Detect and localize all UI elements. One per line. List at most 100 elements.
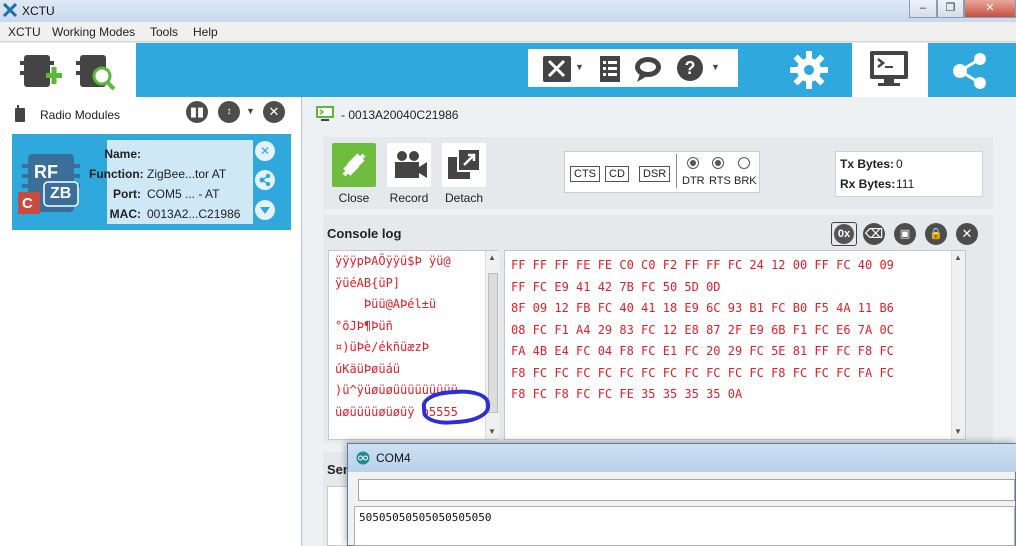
window-title: XCTU — [22, 4, 55, 18]
help-dropdown-arrow-icon[interactable]: ▼ — [711, 62, 720, 72]
radio-modules-panel: Radio Modules ▮▮ ↕ ▼ ✕ RF ZB C Name: Fun… — [0, 97, 302, 546]
arduino-icon — [356, 451, 370, 465]
svg-text:?: ? — [685, 58, 696, 78]
function-value: ZigBee...tor AT — [147, 167, 227, 181]
record-button[interactable] — [387, 143, 431, 187]
remove-device-icon[interactable]: ✕ — [255, 141, 275, 161]
tx-bytes-value: 0 — [896, 157, 903, 171]
expand-device-icon[interactable] — [255, 200, 275, 220]
hex-line: F8 FC FC FC FC FC FC FC FC FC FC FC F8 F… — [511, 365, 894, 380]
rf-label: RF — [34, 162, 58, 182]
console-monitor-icon — [870, 51, 908, 86]
sort-dropdown-arrow-icon[interactable]: ▼ — [246, 106, 255, 116]
tools-icon[interactable] — [542, 55, 572, 83]
tools-group: ▼ ? ▼ — [528, 49, 738, 87]
close-log-icon[interactable]: ✕ — [956, 223, 978, 245]
brk-label: BRK — [734, 175, 757, 187]
consoles-mode-tab[interactable] — [852, 43, 928, 97]
zb-label: ZB — [50, 185, 72, 202]
menu-bar: XCTU Working Modes Tools Help — [0, 22, 1016, 42]
mac-value: 0013A2...C21986 — [147, 207, 241, 221]
close-connection-button[interactable] — [332, 143, 376, 187]
port-value: COM5 ... - AT — [147, 187, 220, 201]
mac-label: MAC: — [109, 207, 141, 221]
close-label: Close — [338, 191, 370, 205]
lock-scroll-icon[interactable]: 🔒 — [925, 223, 947, 245]
clear-log-icon[interactable]: ⌫ — [863, 223, 885, 245]
flags-divider — [676, 154, 677, 188]
hex-line: FF FC E9 41 42 7B FC 50 5D 0D — [511, 279, 721, 294]
scroll-down-icon[interactable]: ▼ — [488, 427, 496, 436]
radio-modules-title: Radio Modules — [40, 108, 121, 122]
bytes-counter: Tx Bytes: 0 Rx Bytes: 111 — [835, 151, 983, 197]
ascii-line: ¤)üÞè/ékñüæzÞ — [335, 340, 429, 354]
minimize-button[interactable]: – — [909, 0, 937, 18]
menu-tools[interactable]: Tools — [150, 25, 178, 39]
menu-help[interactable]: Help — [193, 25, 218, 39]
scroll-up-icon[interactable]: ▲ — [954, 253, 962, 262]
open-module-icon[interactable]: ▮▮ — [186, 101, 208, 123]
feedback-chat-icon[interactable] — [634, 55, 666, 83]
xctu-logo-icon — [3, 3, 17, 17]
main-toolbar: ▼ ? ▼ — [0, 43, 1016, 97]
hex-line: FF FF FF FE FE C0 C0 F2 FF FF FC 24 12 0… — [511, 258, 894, 272]
ascii-line: Þüü@AÞél±ü — [335, 297, 437, 311]
hex-log-lines: FF FF FF FE FE C0 C0 F2 FF FF FC 24 12 0… — [511, 255, 894, 406]
tools-dropdown-arrow-icon[interactable]: ▼ — [575, 62, 584, 72]
hex-log-pane[interactable]: FF FF FF FE FE C0 C0 F2 FF FF FC 24 12 0… — [504, 250, 966, 440]
record-label: Record — [389, 191, 429, 205]
rx-bytes-label: Rx Bytes: — [840, 177, 896, 191]
device-card[interactable]: RF ZB C Name: Function: ZigBee...tor AT … — [12, 134, 291, 230]
network-mode-icon[interactable] — [948, 49, 992, 91]
detach-label: Detach — [444, 191, 484, 205]
brk-toggle[interactable] — [738, 157, 750, 169]
remove-all-modules-icon[interactable]: ✕ — [263, 101, 285, 123]
configuration-mode-gear-icon[interactable] — [788, 49, 830, 91]
scroll-down-icon[interactable]: ▼ — [954, 427, 962, 436]
sort-modules-icon[interactable]: ↕ — [218, 101, 240, 123]
serial-send-input[interactable] — [358, 479, 1015, 501]
dsr-flag: DSR — [639, 166, 671, 182]
coordinator-label: C — [22, 195, 33, 212]
name-label: Name: — [104, 147, 141, 161]
hex-label: 0x — [834, 224, 854, 244]
scroll-thumb[interactable] — [488, 273, 498, 413]
save-log-icon[interactable]: ▣ — [894, 223, 916, 245]
ascii-line: °õJÞ¶Þüñ — [335, 318, 393, 333]
hex-toggle-button[interactable]: 0x — [831, 222, 857, 246]
maximize-button[interactable]: ❐ — [937, 0, 964, 18]
hex-line: FA 4B E4 FC 04 F8 FC E1 FC 20 29 FC 5E 8… — [511, 344, 894, 358]
serial-output-area: 50505050505050505050 — [354, 506, 1015, 546]
rts-label: RTS — [709, 175, 731, 187]
dtr-label: DTR — [682, 175, 705, 187]
ascii-line: úKäüÞøüáü — [335, 361, 401, 376]
ascii-line: ÿüéAB{üP] — [335, 275, 401, 290]
radio-module-small-icon — [15, 105, 25, 122]
console-device-address: - 0013A20040C21986 — [341, 108, 459, 122]
menu-working-modes[interactable]: Working Modes — [52, 25, 135, 39]
dtr-toggle[interactable] — [687, 157, 699, 169]
menu-xctu[interactable]: XCTU — [8, 25, 41, 39]
add-device-icon[interactable] — [20, 51, 62, 91]
frames-generator-icon[interactable] — [598, 55, 622, 83]
detach-button[interactable] — [442, 143, 486, 187]
rx-bytes-value: 111 — [896, 177, 915, 191]
discover-devices-icon[interactable] — [76, 51, 118, 91]
discover-radio-nodes-icon[interactable] — [255, 170, 275, 190]
close-window-button[interactable]: ✕ — [964, 0, 1016, 18]
serial-output-text: 50505050505050505050 — [359, 511, 492, 524]
hex-line: 8F 09 12 FB FC 40 41 18 E9 6C 93 B1 FC B… — [511, 301, 894, 315]
com4-serial-monitor-window: COM4 50505050505050505050 — [347, 443, 1016, 546]
console-log-title: Console log — [327, 226, 402, 241]
rts-toggle[interactable] — [712, 157, 724, 169]
ascii-line: ÿÿÿpÞAÕÿÿü$Þ ÿü@ — [335, 254, 451, 268]
tx-bytes-label: Tx Bytes: — [840, 157, 895, 171]
device-tools — [0, 43, 136, 97]
help-icon[interactable]: ? — [676, 54, 704, 82]
hex-line: 08 FC F1 A4 29 83 FC 12 E8 87 2F E9 6B F… — [511, 322, 894, 337]
function-label: Function: — [89, 167, 144, 181]
cd-flag: CD — [605, 166, 629, 182]
hex-scrollbar[interactable]: ▲ ▼ — [951, 251, 965, 439]
scroll-up-icon[interactable]: ▲ — [488, 253, 496, 262]
hex-line: F8 FC F8 FC FC FE 35 35 35 35 0A — [511, 387, 743, 401]
